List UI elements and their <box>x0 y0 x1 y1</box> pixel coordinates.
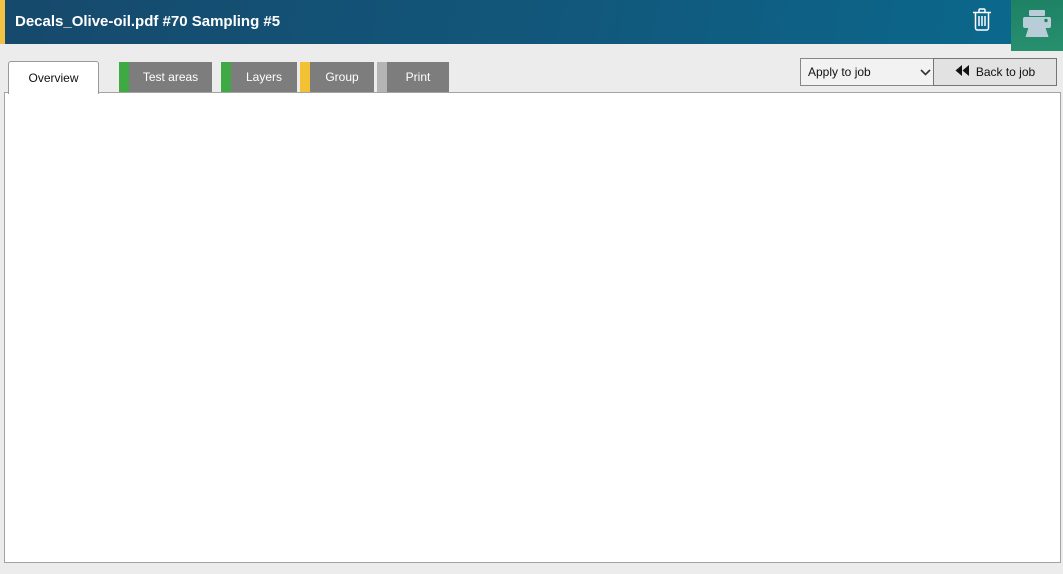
back-to-job-label: Back to job <box>976 65 1035 79</box>
tab-status-indicator <box>300 62 310 92</box>
rewind-icon <box>955 65 969 79</box>
apply-to-job-value: Apply to job <box>808 65 871 79</box>
tab-overview[interactable]: Overview <box>8 61 99 94</box>
apply-to-job-select[interactable]: Apply to job <box>800 58 939 86</box>
print-button[interactable] <box>1011 0 1063 51</box>
page-title: Decals_Olive-oil.pdf #70 Sampling #5 <box>15 0 280 44</box>
tab-test-areas[interactable]: Test areas <box>119 62 212 92</box>
tab-label: Print <box>387 62 449 92</box>
chevron-down-icon <box>920 65 931 79</box>
tab-label: Layers <box>231 62 297 92</box>
tab-label: Test areas <box>129 62 212 92</box>
titlebar: Decals_Olive-oil.pdf #70 Sampling #5 <box>0 0 1063 44</box>
tab-status-indicator <box>221 62 231 92</box>
tab-label: Group <box>310 62 374 92</box>
app-window: Decals_Olive-oil.pdf #70 Sampling #5 <box>0 0 1063 574</box>
tab-status-indicator <box>377 62 387 92</box>
printer-icon <box>1021 9 1053 43</box>
content-panel <box>4 92 1061 563</box>
tab-print[interactable]: Print <box>377 62 449 92</box>
trash-icon <box>972 8 992 36</box>
tab-status-indicator <box>119 62 129 92</box>
back-to-job-button[interactable]: Back to job <box>933 58 1057 86</box>
delete-button[interactable] <box>963 7 1001 37</box>
tab-group[interactable]: Group <box>300 62 374 92</box>
tab-layers[interactable]: Layers <box>221 62 297 92</box>
status-stripe <box>0 0 5 44</box>
